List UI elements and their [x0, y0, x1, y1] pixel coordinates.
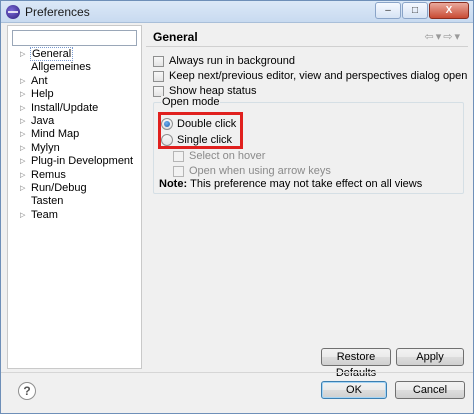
tree-item-run-debug[interactable]: ▷ Run/Debug — [8, 182, 141, 195]
open-mode-group: Open mode Double click Single click Sele… — [153, 96, 464, 194]
apply-button[interactable]: Apply — [396, 348, 464, 366]
back-arrow-icon[interactable]: ⇦ — [425, 30, 434, 43]
expand-arrow-icon[interactable]: ▷ — [20, 169, 25, 182]
tree-item-ant[interactable]: ▷ Ant — [8, 75, 141, 88]
back-menu-icon[interactable]: ▾ — [436, 30, 442, 43]
tree-item-plug-in-development[interactable]: ▷ Plug-in Development — [8, 155, 141, 168]
minimize-button[interactable]: – — [375, 2, 401, 19]
open-mode-note: Note: This preference may not take effect… — [159, 178, 422, 190]
window-title: Preferences — [25, 5, 90, 19]
filter-input[interactable] — [12, 30, 137, 46]
note-text: This preference may not take effect on a… — [190, 178, 423, 190]
preference-tree: ▷ General Allgemeines ▷ Ant ▷ Help ▷ Install… — [8, 47, 141, 222]
single-click-option[interactable]: Single click — [161, 133, 232, 147]
forward-menu-icon[interactable]: ▾ — [454, 30, 460, 43]
expand-arrow-icon[interactable]: ▷ — [20, 155, 25, 168]
always-run-in-background-checkbox[interactable] — [153, 55, 164, 67]
expand-arrow-icon[interactable]: ▷ — [20, 142, 25, 155]
double-click-option[interactable]: Double click — [161, 117, 236, 131]
expand-arrow-icon[interactable]: ▷ — [20, 88, 25, 101]
tree-item-allgemeines[interactable]: Allgemeines — [8, 61, 141, 74]
show-heap-status-checkbox[interactable] — [153, 85, 164, 97]
expand-arrow-icon[interactable]: ▷ — [20, 115, 25, 128]
preference-page: General ⇦ ▾ ⇨ ▾ Always run in background… — [146, 25, 468, 379]
help-icon[interactable]: ? — [18, 382, 36, 400]
maximize-button[interactable]: □ — [402, 2, 428, 19]
select-on-hover-option: Select on hover — [173, 149, 265, 163]
close-button[interactable]: X — [429, 2, 469, 19]
note-prefix: Note: — [159, 178, 188, 190]
keep-dialog-open-option[interactable]: Keep next/previous editor, view and pers… — [153, 69, 467, 83]
page-header: General ⇦ ▾ ⇨ ▾ — [146, 25, 468, 47]
ok-button[interactable]: OK — [321, 381, 387, 399]
expand-arrow-icon[interactable]: ▷ — [20, 102, 25, 115]
tree-item-install-update[interactable]: ▷ Install/Update — [8, 102, 141, 115]
window-controls: – □ X — [375, 2, 469, 19]
select-on-hover-checkbox — [173, 150, 184, 162]
open-mode-label: Open mode — [161, 96, 221, 108]
tree-item-help[interactable]: ▷ Help — [8, 88, 141, 101]
keep-dialog-open-checkbox[interactable] — [153, 70, 164, 82]
history-nav: ⇦ ▾ ⇨ ▾ — [425, 30, 461, 43]
forward-arrow-icon[interactable]: ⇨ — [443, 30, 452, 43]
eclipse-icon — [6, 5, 20, 19]
tree-item-mind-map[interactable]: ▷ Mind Map — [8, 128, 141, 141]
tree-item-remus[interactable]: ▷ Remus — [8, 169, 141, 182]
tree-item-java[interactable]: ▷ Java — [8, 115, 141, 128]
expand-arrow-icon[interactable]: ▷ — [20, 128, 25, 141]
tree-item-team[interactable]: ▷ Team — [8, 209, 141, 222]
expand-arrow-icon[interactable]: ▷ — [20, 209, 25, 222]
preferences-window: Preferences – □ X ▷ General Allgemeines ▷… — [0, 0, 474, 414]
tree-item-tasten[interactable]: Tasten — [8, 195, 141, 208]
preference-tree-panel: ▷ General Allgemeines ▷ Ant ▷ Help ▷ Install… — [7, 25, 142, 369]
cancel-button[interactable]: Cancel — [395, 381, 465, 399]
page-title: General — [153, 30, 198, 44]
expand-arrow-icon[interactable]: ▷ — [20, 182, 25, 195]
open-with-arrow-keys-option: Open when using arrow keys — [173, 164, 331, 178]
expand-arrow-icon[interactable]: ▷ — [20, 48, 25, 61]
expand-arrow-icon[interactable]: ▷ — [20, 75, 25, 88]
double-click-radio[interactable] — [161, 118, 173, 130]
tree-item-mylyn[interactable]: ▷ Mylyn — [8, 142, 141, 155]
single-click-radio[interactable] — [161, 134, 173, 146]
footer-separator — [1, 372, 473, 373]
title-bar[interactable]: Preferences – □ X — [1, 1, 473, 23]
always-run-in-background-option[interactable]: Always run in background — [153, 54, 295, 68]
open-with-arrow-keys-checkbox — [173, 165, 184, 177]
tree-item-general[interactable]: ▷ General — [8, 47, 141, 61]
restore-defaults-button[interactable]: Restore Defaults — [321, 348, 391, 379]
